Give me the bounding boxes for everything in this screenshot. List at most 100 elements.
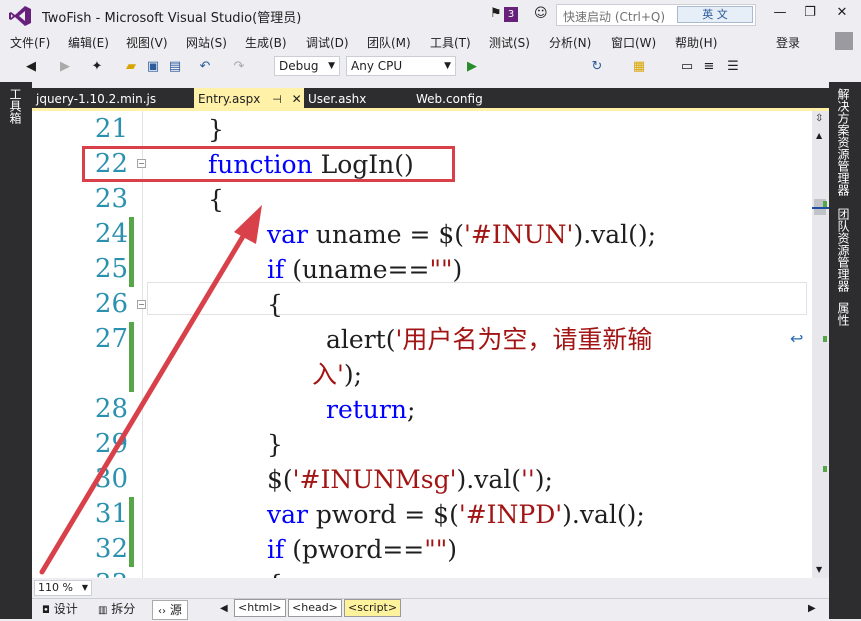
breadcrumb-back-icon[interactable]: ◀ xyxy=(220,600,228,618)
line-number: 25 xyxy=(94,254,128,284)
fold-toggle[interactable]: − xyxy=(137,300,146,309)
avatar[interactable] xyxy=(835,32,853,50)
navigate-forward-icon[interactable]: ▶ xyxy=(56,57,74,77)
menu-tools[interactable]: 工具(T) xyxy=(430,34,471,51)
navigate-back-icon[interactable]: ◀ xyxy=(22,57,40,77)
menu-website[interactable]: 网站(S) xyxy=(186,34,227,51)
quick-launch-input[interactable]: 快速启动 (Ctrl+Q) 英 文 xyxy=(556,4,756,26)
comment-icon[interactable]: ▭ xyxy=(678,57,696,77)
line-number: 33 xyxy=(70,567,128,578)
start-debug-icon[interactable]: ▶ xyxy=(463,57,481,77)
line-number: 23 xyxy=(94,184,128,214)
code-line: { xyxy=(267,567,283,578)
scroll-down-icon[interactable]: ▼ xyxy=(816,565,822,574)
save-all-icon[interactable]: ▤ xyxy=(166,57,184,77)
change-marker xyxy=(129,252,134,287)
tab-label: Web.config xyxy=(416,92,483,106)
code-line: if (uname=="") xyxy=(267,255,463,284)
feedback-icon[interactable]: ☺ xyxy=(534,6,548,21)
solution-explorer-tab[interactable]: 解决方案资源管理器 xyxy=(836,88,852,196)
scroll-up-icon[interactable]: ▲ xyxy=(816,131,822,140)
line-number: 31 xyxy=(94,499,128,529)
team-explorer-tab[interactable]: 团队资源管理器 xyxy=(836,208,852,292)
horizontal-scrollbar[interactable] xyxy=(32,578,829,598)
breadcrumb-item-active[interactable]: <script> xyxy=(344,599,402,617)
notification-count-badge[interactable]: 3 xyxy=(504,7,518,22)
tab-entry-aspx[interactable]: Entry.aspx ⊣ ✕ xyxy=(194,88,304,110)
menu-analyze[interactable]: 分析(N) xyxy=(549,34,591,51)
source-view-tab[interactable]: ‹› 源 xyxy=(152,600,188,620)
notification-flag-icon[interactable]: ⚑ xyxy=(490,6,502,21)
minimize-button[interactable]: — xyxy=(770,5,790,23)
refresh-icon[interactable]: ↻ xyxy=(588,57,606,77)
menu-test[interactable]: 测试(S) xyxy=(489,34,530,51)
line-number: 21 xyxy=(94,114,128,144)
code-line: return; xyxy=(326,395,416,424)
breadcrumb-forward-icon[interactable]: ▶ xyxy=(808,600,816,618)
login-link[interactable]: 登录 xyxy=(776,34,800,51)
design-view-tab[interactable]: ◘ 设计 xyxy=(42,600,78,618)
zoom-select[interactable]: 110 % ▼ xyxy=(34,580,92,596)
undo-icon[interactable]: ↶ xyxy=(196,57,214,77)
properties-tab[interactable]: 属性 xyxy=(836,302,852,326)
breadcrumb-item[interactable]: <head> xyxy=(288,599,342,617)
menu-file[interactable]: 文件(F) xyxy=(10,34,50,51)
line-number: 28 xyxy=(94,394,128,424)
save-icon[interactable]: ▣ xyxy=(144,57,162,77)
quick-launch-placeholder: 快速启动 (Ctrl+Q) xyxy=(563,10,666,24)
tab-user-ashx[interactable]: User.ashx xyxy=(304,88,410,110)
word-wrap-glyph-icon: ↩ xyxy=(790,329,804,348)
outdent-icon[interactable]: ☰ xyxy=(724,57,742,77)
menu-help[interactable]: 帮助(H) xyxy=(675,34,717,51)
menu-debug[interactable]: 调试(D) xyxy=(306,34,349,51)
change-overview-marker xyxy=(823,466,827,472)
pin-icon[interactable]: ⊣ xyxy=(272,93,282,106)
ime-indicator[interactable]: 英 文 xyxy=(677,6,753,23)
close-tab-icon[interactable]: ✕ xyxy=(292,92,302,106)
tab-jquery[interactable]: jquery-1.10.2.min.js xyxy=(32,88,192,110)
indent-icon[interactable]: ≡ xyxy=(700,57,718,77)
source-icon: ‹› xyxy=(158,606,166,617)
source-label: 源 xyxy=(169,603,182,617)
redo-icon[interactable]: ↷ xyxy=(230,57,248,77)
chevron-down-icon: ▼ xyxy=(81,583,88,592)
configuration-value: Debug xyxy=(279,59,319,73)
tab-web-config[interactable]: Web.config xyxy=(410,88,528,110)
split-label: 拆分 xyxy=(111,602,136,616)
vertical-scrollbar[interactable]: ⇳ ▲ ▼ xyxy=(812,111,829,578)
menu-team[interactable]: 团队(M) xyxy=(367,34,411,51)
configuration-select[interactable]: Debug ▼ xyxy=(274,56,340,76)
current-line-highlight xyxy=(147,282,807,315)
menu-build[interactable]: 生成(B) xyxy=(245,34,287,51)
open-file-icon[interactable]: ▰ xyxy=(122,57,140,77)
split-view-tab[interactable]: ▥ 拆分 xyxy=(98,600,135,618)
platform-select[interactable]: Any CPU ▼ xyxy=(346,56,456,76)
window-title: TwoFish - Microsoft Visual Studio(管理员) xyxy=(42,11,302,26)
code-line: if (pword=="") xyxy=(267,535,458,564)
browser-link-icon[interactable]: ▦ xyxy=(630,57,648,77)
split-handle-icon[interactable]: ⇳ xyxy=(815,113,823,124)
tab-label: User.ashx xyxy=(308,92,367,106)
line-number: 29 xyxy=(94,429,128,459)
toolbox-tab[interactable]: 工具箱 xyxy=(8,88,24,124)
menu-window[interactable]: 窗口(W) xyxy=(611,34,656,51)
change-marker xyxy=(129,497,134,567)
platform-value: Any CPU xyxy=(351,59,403,73)
new-project-icon[interactable]: ✦ xyxy=(88,57,106,77)
split-icon: ▥ xyxy=(98,605,108,616)
code-line: var uname = $('#INUN').val(); xyxy=(267,220,657,249)
menu-view[interactable]: 视图(V) xyxy=(126,34,168,51)
code-line: $('#INUNMsg').val(''); xyxy=(267,465,553,494)
code-line: var pword = $('#INPD').val(); xyxy=(267,500,645,529)
menu-edit[interactable]: 编辑(E) xyxy=(68,34,109,51)
restore-button[interactable]: ❐ xyxy=(800,5,820,23)
code-line: alert('用户名为空，请重新输 xyxy=(326,325,653,354)
chevron-down-icon: ▼ xyxy=(444,61,451,71)
change-marker xyxy=(129,322,134,392)
line-number: 24 xyxy=(94,219,128,249)
line-number: 26 xyxy=(94,289,128,319)
close-button[interactable]: ✕ xyxy=(832,5,852,23)
left-tool-rail xyxy=(0,82,32,619)
breadcrumb-item[interactable]: <html> xyxy=(234,599,286,617)
code-line: { xyxy=(267,290,283,319)
